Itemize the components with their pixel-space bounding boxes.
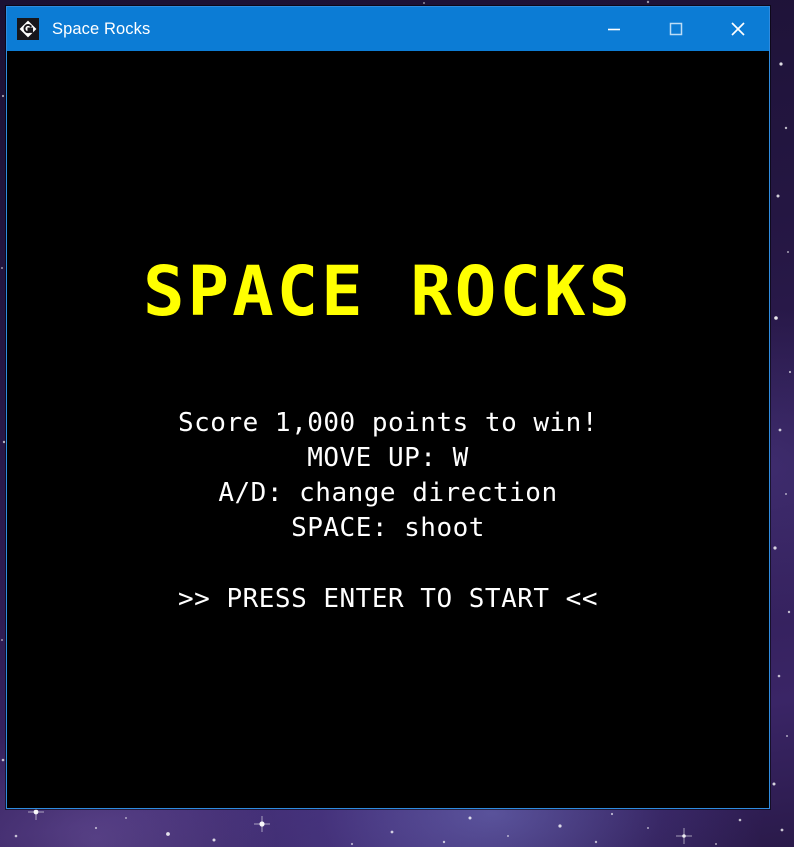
- maximize-button[interactable]: [645, 7, 707, 51]
- window-controls: [583, 7, 769, 51]
- maximize-icon: [669, 22, 683, 36]
- game-title: SPACE ROCKS: [143, 252, 633, 332]
- minimize-button[interactable]: [583, 7, 645, 51]
- space-rocks-window: Space Rocks SPACE ROCKS Score 1,000 poin…: [6, 6, 770, 809]
- window-title-bar[interactable]: Space Rocks: [7, 7, 769, 51]
- window-title-text: Space Rocks: [52, 19, 151, 38]
- close-button[interactable]: [707, 7, 769, 51]
- close-icon: [731, 22, 745, 36]
- gamemaker-logo-icon: [17, 18, 39, 40]
- game-viewport[interactable]: SPACE ROCKS Score 1,000 points to win! M…: [7, 51, 769, 808]
- desktop-background: Space Rocks SPACE ROCKS Score 1,000 poin…: [0, 0, 794, 847]
- minimize-icon: [608, 28, 620, 31]
- press-enter-to-start-prompt: >> PRESS ENTER TO START <<: [178, 584, 598, 614]
- game-instructions: Score 1,000 points to win! MOVE UP: W A/…: [178, 408, 598, 543]
